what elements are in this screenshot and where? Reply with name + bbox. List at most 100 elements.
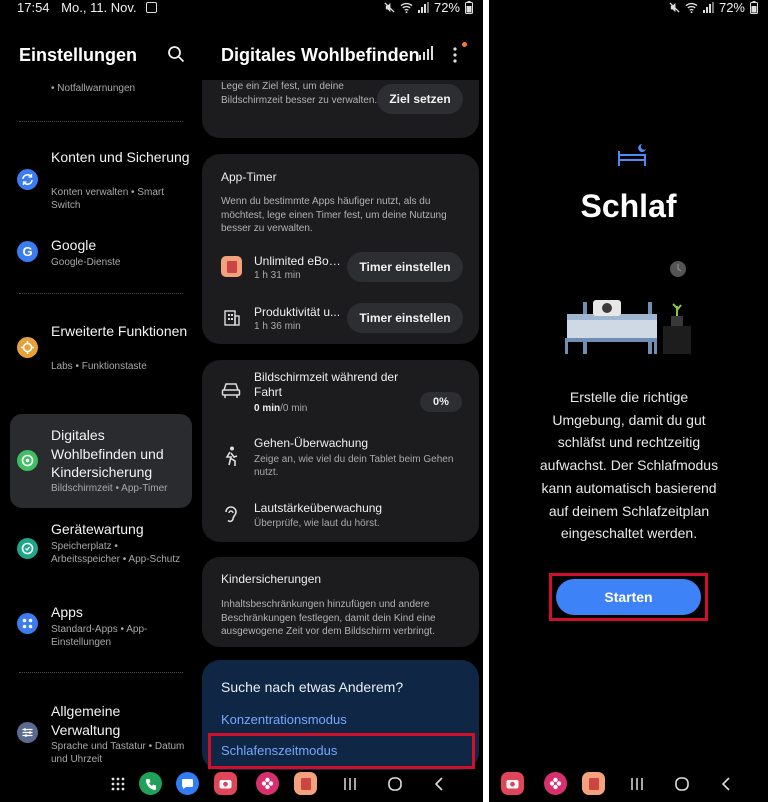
walking-row[interactable]: Gehen-Überwachung Zeige an, wie viel du … <box>202 436 479 478</box>
app-row[interactable]: Produktivität u... 1 h 36 min Timer eins… <box>202 303 479 339</box>
app-usage-time: 1 h 36 min <box>254 321 301 332</box>
set-timer-button[interactable]: Timer einstellen <box>347 252 463 282</box>
settings-item-label: Digitales Wohlbefinden und Kindersicheru… <box>51 427 164 480</box>
driving-percent-badge: 0% <box>420 392 462 412</box>
mute-icon <box>384 2 395 13</box>
camera-app-icon[interactable] <box>214 772 237 795</box>
settings-item-google[interactable]: G Google Google-Dienste <box>10 236 192 272</box>
back-icon[interactable] <box>718 776 734 792</box>
tablet-settings-screen: 17:54 Mo., 11. Nov. 72% Einstellungen • … <box>0 0 483 802</box>
settings-item-desc: Google-Dienste <box>51 257 121 268</box>
google-icon: G <box>17 241 38 262</box>
parental-controls-card[interactable]: Kindersicherungen Inhaltsbeschränkungen … <box>202 557 479 647</box>
driving-row[interactable]: Bildschirmzeit während der Fahrt 0 min/0… <box>202 370 479 420</box>
settings-item-general-management[interactable]: Allgemeine Verwaltung Sprache und Tastat… <box>10 702 192 766</box>
app-drawer-icon[interactable] <box>110 776 126 792</box>
productivity-folder-icon <box>221 307 242 328</box>
svg-text:G: G <box>22 244 32 259</box>
divider <box>19 121 183 122</box>
bedroom-illustration <box>563 258 723 363</box>
sync-icon <box>17 169 38 190</box>
settings-item-desc: Speicherplatz • Arbeitsspeicher • App-Sc… <box>51 541 181 565</box>
recent-apps-icon[interactable] <box>342 776 358 792</box>
back-icon[interactable] <box>431 776 447 792</box>
battery-percent: 72% <box>433 0 460 15</box>
volume-title: Lautstärkeüberwachung <box>254 501 383 515</box>
settings-item-digital-wellbeing[interactable]: Digitales Wohlbefinden und Kindersicheru… <box>10 414 192 508</box>
wellbeing-title: Digitales Wohlbefinden <box>221 45 420 65</box>
settings-item-label: Allgemeine Verwaltung <box>51 703 121 738</box>
app-timer-text: Wenn du bestimmte Apps häufiger nutzt, a… <box>221 196 447 234</box>
walking-icon <box>223 446 239 471</box>
status-time: 17:54 <box>17 0 50 15</box>
search-suggestions-title: Suche nach etwas Anderem? <box>221 679 404 695</box>
status-bar: 17:54 Mo., 11. Nov. 72% <box>0 0 483 16</box>
set-goal-button[interactable]: Ziel setzen <box>377 84 463 114</box>
settings-item-label: Apps <box>51 604 83 620</box>
parental-title: Kindersicherungen <box>221 572 322 586</box>
settings-item-desc: Labs • Funktionstaste <box>51 361 147 372</box>
settings-previous-subtitle: • Notfallwarnungen <box>51 83 136 94</box>
monitoring-card: Bildschirmzeit während der Fahrt 0 min/0… <box>202 360 479 542</box>
settings-item-label: Konten und Sicherung <box>51 149 190 165</box>
more-options-icon[interactable] <box>450 45 460 65</box>
status-bar: 72% <box>489 0 768 16</box>
messages-app-icon[interactable] <box>176 772 199 795</box>
bed-moon-icon <box>617 143 649 172</box>
app-name: Unlimited eBoo... <box>254 254 344 268</box>
gear-plus-icon <box>17 337 38 358</box>
ebook-app-dock-icon[interactable] <box>582 772 605 795</box>
sleep-title: Schlaf <box>580 188 677 224</box>
navigation-bar <box>0 768 483 802</box>
walking-title: Gehen-Überwachung <box>254 436 369 450</box>
camera-app-icon[interactable] <box>501 772 524 795</box>
recent-apps-icon[interactable] <box>629 776 645 792</box>
sleep-mode-screen: 72% Schlaf Erstelle die richtige Umgebun… <box>489 0 768 802</box>
goal-text: Lege ein Ziel fest, um deine Bildschirmz… <box>221 81 378 106</box>
mute-icon <box>669 2 680 13</box>
settings-item-advanced-features[interactable]: Erweiterte Funktionen Labs • Funktionsta… <box>10 322 192 374</box>
gallery-notification-icon <box>146 2 158 13</box>
set-timer-button[interactable]: Timer einstellen <box>347 303 463 333</box>
settings-item-device-care[interactable]: Gerätewartung Speicherplatz • Arbeitsspe… <box>10 520 192 582</box>
search-icon[interactable] <box>167 45 187 65</box>
phone-app-icon[interactable] <box>139 772 162 795</box>
ear-icon <box>224 505 238 530</box>
volume-row[interactable]: Lautstärkeüberwachung Überprüfe, wie lau… <box>202 501 479 533</box>
app-timer-card: App-Timer Wenn du bestimmte Apps häufige… <box>202 154 479 344</box>
goal-card: Lege ein Ziel fest, um deine Bildschirmz… <box>202 80 479 138</box>
battery-percent: 72% <box>718 0 745 15</box>
settings-title: Einstellungen <box>19 45 138 65</box>
ebook-app-icon <box>221 256 242 277</box>
app-row[interactable]: Unlimited eBoo... 1 h 31 min Timer einst… <box>202 252 479 288</box>
battery-icon <box>465 1 473 14</box>
ebook-app-dock-icon[interactable] <box>294 772 317 795</box>
app-name: Produktivität u... <box>254 305 341 319</box>
apps-grid-icon <box>17 613 38 634</box>
walking-text: Zeige an, wie viel du dein Tablet beim G… <box>254 454 454 478</box>
app-usage-time: 1 h 31 min <box>254 270 301 281</box>
gallery-app-icon[interactable] <box>544 772 567 795</box>
driving-title: Bildschirmzeit während der Fahrt <box>254 370 399 399</box>
settings-item-desc: Konten verwalten • Smart Switch <box>51 187 164 211</box>
home-icon[interactable] <box>387 776 403 792</box>
chart-icon[interactable] <box>419 46 433 60</box>
parental-text: Inhaltsbeschränkungen hinzufügen und and… <box>221 599 436 637</box>
status-date: Mo., 11. Nov. <box>61 0 137 15</box>
focus-mode-link[interactable]: Konzentrationsmodus <box>221 712 347 727</box>
highlight-box-bedtime-link <box>208 733 475 769</box>
divider <box>19 672 183 673</box>
settings-item-desc: Standard-Apps • App-Einstellungen <box>51 624 148 648</box>
wifi-icon <box>685 2 698 13</box>
gallery-app-icon[interactable] <box>256 772 279 795</box>
divider <box>19 293 183 294</box>
settings-item-apps[interactable]: Apps Standard-Apps • App-Einstellungen <box>10 603 192 651</box>
settings-item-accounts-backup[interactable]: Konten und Sicherung Konten verwalten • … <box>10 148 192 216</box>
volume-text: Überprüfe, wie laut du hörst. <box>254 518 380 529</box>
highlight-box-start <box>549 573 708 621</box>
home-icon[interactable] <box>674 776 690 792</box>
settings-item-label: Google <box>51 237 97 253</box>
app-timer-title: App-Timer <box>221 170 277 184</box>
settings-item-desc: Sprache und Tastatur • Datum und Uhrzeit <box>51 741 185 765</box>
sleep-description: Erstelle die richtige Umgebung, damit du… <box>539 389 719 542</box>
